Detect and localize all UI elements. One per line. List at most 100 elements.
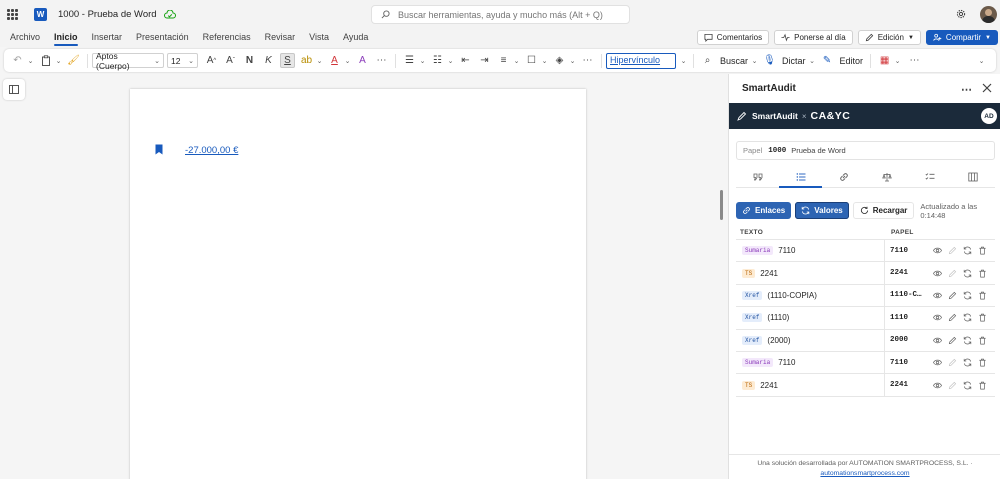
gear-icon[interactable] xyxy=(955,8,967,20)
comments-button[interactable]: Comentarios xyxy=(696,30,770,45)
tab-presentacion[interactable]: Presentación xyxy=(129,29,196,47)
chevron-down-icon[interactable]: ⌄ xyxy=(316,53,323,68)
close-icon[interactable] xyxy=(981,82,993,94)
dictate-button[interactable]: Dictar xyxy=(782,56,806,66)
chevron-down-icon[interactable]: ⌄ xyxy=(513,53,520,68)
edit-icon[interactable] xyxy=(948,358,957,367)
navigation-pane-button[interactable] xyxy=(3,79,25,100)
addin-user-avatar[interactable]: AD xyxy=(981,108,997,124)
sync-icon[interactable] xyxy=(963,291,972,300)
table-row[interactable]: Sumaria 7110 7110 xyxy=(736,240,995,263)
view-icon[interactable] xyxy=(933,246,942,255)
tab-insertar[interactable]: Insertar xyxy=(85,29,130,47)
find-button[interactable]: Buscar xyxy=(720,56,748,66)
editor-icon[interactable]: ✎ xyxy=(820,53,835,68)
delete-icon[interactable] xyxy=(978,358,987,367)
font-name-select[interactable]: Aptos (Cuerpo) ⌄ xyxy=(92,51,164,71)
delete-icon[interactable] xyxy=(978,381,987,390)
borders-icon[interactable]: ☐ xyxy=(524,53,539,68)
format-painter-icon[interactable]: 🖌 xyxy=(66,53,81,68)
links-button[interactable]: Enlaces xyxy=(736,202,792,219)
undo-icon[interactable]: ↶ xyxy=(10,53,25,68)
edit-icon[interactable] xyxy=(948,336,957,345)
numbering-icon[interactable]: ☷ xyxy=(430,53,445,68)
edit-icon[interactable] xyxy=(948,313,957,322)
tab-revisar[interactable]: Revisar xyxy=(258,29,303,47)
shrink-font-icon[interactable]: Aˇ xyxy=(223,53,238,68)
more-options-icon[interactable]: ⋯ xyxy=(907,53,922,68)
sync-icon[interactable] xyxy=(963,313,972,322)
chevron-down-icon[interactable]: ⌄ xyxy=(344,53,351,68)
document-title[interactable]: 1000 - Prueba de Word xyxy=(58,9,157,20)
more-options-icon[interactable]: ⋯ xyxy=(580,53,595,68)
chevron-down-icon[interactable]: ⌄ xyxy=(419,53,426,68)
editor-button[interactable]: Editor xyxy=(840,56,864,66)
font-size-select[interactable]: 12 ⌄ xyxy=(167,53,198,68)
styles-gallery[interactable]: Hipervínculo xyxy=(606,52,676,69)
align-icon[interactable]: ≡ xyxy=(496,53,511,68)
delete-icon[interactable] xyxy=(978,246,987,255)
tab-checklist[interactable] xyxy=(909,166,952,187)
chevron-down-icon[interactable]: ⌄ xyxy=(447,53,454,68)
tab-balance[interactable] xyxy=(866,166,909,187)
microphone-icon[interactable]: 🎙 xyxy=(762,53,777,68)
table-row[interactable]: Xref (1110-COPIA) 1110-C… xyxy=(736,284,995,308)
chevron-down-icon[interactable]: ⌄ xyxy=(55,53,62,68)
document-hyperlink[interactable]: -27.000,00 € xyxy=(185,145,238,156)
view-icon[interactable] xyxy=(933,313,942,322)
search-box[interactable] xyxy=(371,5,630,24)
delete-icon[interactable] xyxy=(978,291,987,300)
edit-icon[interactable] xyxy=(948,381,957,390)
table-row[interactable]: Xref (1110) 1110 xyxy=(736,307,995,330)
more-options-icon[interactable]: ⋯ xyxy=(374,53,389,68)
sync-icon[interactable] xyxy=(963,246,972,255)
view-icon[interactable] xyxy=(933,381,942,390)
tab-archivo[interactable]: Archivo xyxy=(3,29,47,47)
tab-list[interactable] xyxy=(779,166,823,188)
highlight-icon[interactable]: ab xyxy=(299,53,314,68)
sync-icon[interactable] xyxy=(963,336,972,345)
font-color-icon[interactable]: A xyxy=(327,53,342,68)
chevron-down-icon[interactable]: ⌄ xyxy=(680,53,687,68)
chevron-down-icon[interactable]: ⌄ xyxy=(894,53,901,68)
find-icon[interactable]: ⌕ xyxy=(700,53,715,68)
shading-icon[interactable]: ◈ xyxy=(552,53,567,68)
underline-icon[interactable]: S xyxy=(280,53,295,68)
chevron-down-icon[interactable]: ⌄ xyxy=(809,53,816,68)
edit-icon[interactable] xyxy=(948,269,957,278)
tab-vista[interactable]: Vista xyxy=(302,29,336,47)
chevron-down-icon[interactable]: ⌄ xyxy=(751,53,758,68)
table-row[interactable]: Sumaria 7110 7110 xyxy=(736,351,995,375)
chevron-down-icon[interactable]: ⌄ xyxy=(569,53,576,68)
tab-quotes[interactable] xyxy=(736,166,779,187)
chevron-down-icon[interactable]: ⌄ xyxy=(541,53,548,68)
view-icon[interactable] xyxy=(933,291,942,300)
tab-referencias[interactable]: Referencias xyxy=(196,29,258,47)
document-scrollbar[interactable] xyxy=(720,190,723,220)
sync-icon[interactable] xyxy=(963,358,972,367)
sync-icon[interactable] xyxy=(963,381,972,390)
ribbon-expand-icon[interactable]: ⌄ xyxy=(978,53,985,68)
tab-columns[interactable] xyxy=(952,166,995,187)
increase-indent-icon[interactable]: ⇥ xyxy=(477,53,492,68)
chevron-down-icon[interactable]: ⌄ xyxy=(27,53,34,68)
decrease-indent-icon[interactable]: ⇤ xyxy=(458,53,473,68)
table-row[interactable]: TS 2241 2241 xyxy=(736,374,995,397)
share-button[interactable]: Compartir ▼ xyxy=(925,30,998,45)
view-icon[interactable] xyxy=(933,336,942,345)
clear-formatting-icon[interactable]: A xyxy=(355,53,370,68)
catch-up-button[interactable]: Ponerse al día xyxy=(774,30,853,45)
table-row[interactable]: TS 2241 2241 xyxy=(736,262,995,285)
view-icon[interactable] xyxy=(933,358,942,367)
delete-icon[interactable] xyxy=(978,336,987,345)
sync-icon[interactable] xyxy=(963,269,972,278)
delete-icon[interactable] xyxy=(978,269,987,278)
tab-ayuda[interactable]: Ayuda xyxy=(336,29,375,47)
tab-links[interactable] xyxy=(822,166,865,187)
table-row[interactable]: Xref (2000) 2000 xyxy=(736,329,995,352)
editing-mode-button[interactable]: Edición ▼ xyxy=(857,30,921,45)
grow-font-icon[interactable]: A ^ xyxy=(204,53,219,68)
bullets-icon[interactable]: ☰ xyxy=(402,53,417,68)
tab-inicio[interactable]: Inicio xyxy=(47,29,85,47)
values-button[interactable]: Valores xyxy=(795,202,849,219)
